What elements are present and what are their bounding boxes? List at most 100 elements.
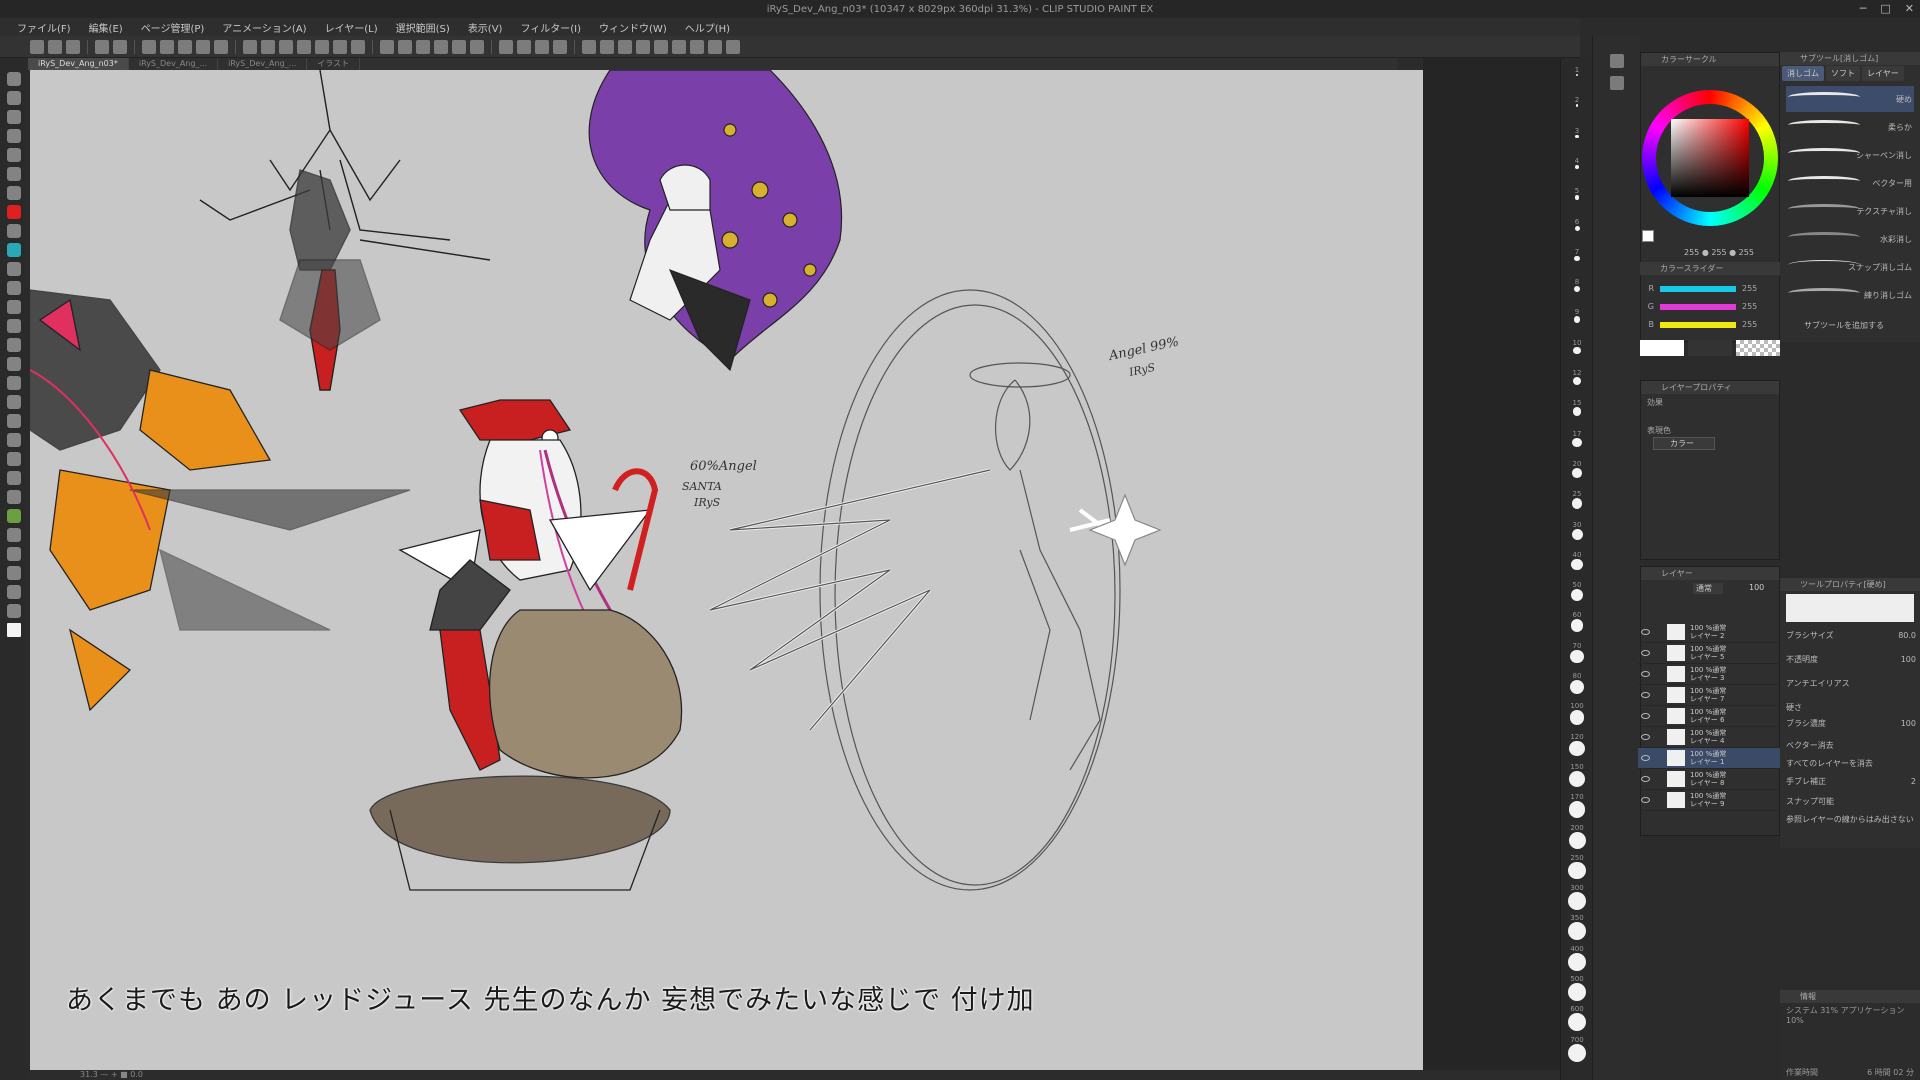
- brush-size-item[interactable]: 9: [1561, 308, 1593, 324]
- paste-icon[interactable]: [178, 39, 192, 54]
- eye-icon[interactable]: [1641, 650, 1650, 656]
- menu-selection[interactable]: 選択範囲(S): [387, 20, 459, 35]
- invert-selection-icon[interactable]: [297, 39, 311, 54]
- correct-line-tool-icon[interactable]: [7, 471, 21, 485]
- eye-icon[interactable]: [1641, 671, 1650, 677]
- text-tool-icon[interactable]: [7, 433, 21, 447]
- sub-tool-tab[interactable]: レイヤー: [1862, 66, 1904, 81]
- cut-icon[interactable]: [142, 39, 156, 54]
- menu-edit[interactable]: 編集(E): [80, 20, 132, 35]
- fit-icon[interactable]: [553, 39, 567, 54]
- layer-row[interactable]: 100 %通常 レイヤー 2: [1638, 622, 1780, 643]
- main-color-chip[interactable]: [1640, 340, 1684, 356]
- grid-icon[interactable]: [380, 39, 394, 54]
- layer-row[interactable]: 100 %通常 レイヤー 3: [1638, 664, 1780, 685]
- move-tool-icon[interactable]: [7, 129, 21, 143]
- brush-size-item[interactable]: 170: [1561, 793, 1593, 818]
- vector-icon[interactable]: [672, 39, 686, 54]
- airbrush-tool-icon[interactable]: [7, 262, 21, 276]
- reference-icon[interactable]: [618, 39, 632, 54]
- brush-size-item[interactable]: 40: [1561, 551, 1593, 571]
- eye-icon[interactable]: [1641, 629, 1650, 635]
- brush-size-item[interactable]: 500: [1561, 975, 1593, 1001]
- brush-size-item[interactable]: 150: [1561, 763, 1593, 787]
- sub-color-icon[interactable]: [7, 585, 21, 599]
- menu-layer[interactable]: レイヤー(L): [316, 20, 387, 35]
- menu-file[interactable]: ファイル(F): [8, 20, 80, 35]
- object-tool-icon[interactable]: [7, 490, 21, 504]
- eye-icon[interactable]: [1641, 776, 1650, 782]
- brush-preset[interactable]: テクスチャ消し: [1786, 198, 1914, 224]
- frame-icon[interactable]: [434, 39, 448, 54]
- hue-ring[interactable]: [1642, 90, 1778, 226]
- brush-size-item[interactable]: 60: [1561, 611, 1593, 633]
- slider-g[interactable]: [1660, 303, 1736, 310]
- layer-move-tool-icon[interactable]: [7, 509, 21, 523]
- color-icon[interactable]: [582, 39, 596, 54]
- brush-size-item[interactable]: 2: [1561, 96, 1593, 107]
- main-color-swatch[interactable]: [7, 623, 21, 637]
- brush-size-item[interactable]: 5: [1561, 187, 1593, 200]
- deselect-icon[interactable]: [279, 39, 293, 54]
- export-icon[interactable]: [690, 39, 704, 54]
- pattern-tool-icon[interactable]: [7, 528, 21, 542]
- lasso-tool-icon[interactable]: [7, 148, 21, 162]
- zoom-tool-icon[interactable]: [7, 72, 21, 86]
- liquify-tool-icon[interactable]: [7, 547, 21, 561]
- brush-size-item[interactable]: 6: [1561, 218, 1593, 231]
- brush-preset[interactable]: 硬め: [1786, 86, 1914, 112]
- brush-size-item[interactable]: 30: [1561, 521, 1593, 540]
- brush-size-item[interactable]: 7: [1561, 248, 1593, 262]
- transform-icon[interactable]: [243, 39, 257, 54]
- play-icon[interactable]: [636, 39, 650, 54]
- document-tab[interactable]: iRyS_Dev_Ang_n03*: [28, 58, 129, 70]
- snap-icon[interactable]: [416, 39, 430, 54]
- document-tab[interactable]: イラスト: [307, 58, 361, 70]
- brush-icon[interactable]: [351, 39, 365, 54]
- brush-size-item[interactable]: 50: [1561, 581, 1593, 602]
- figure-tool-icon[interactable]: [7, 376, 21, 390]
- brush-size-item[interactable]: 15: [1561, 399, 1593, 416]
- check-icon[interactable]: [654, 39, 668, 54]
- brush-size-item[interactable]: 12: [1561, 369, 1593, 385]
- redo-icon[interactable]: [113, 39, 127, 54]
- brush-preset[interactable]: 練り消しゴム: [1786, 282, 1914, 308]
- menu-help[interactable]: ヘルプ(H): [676, 20, 739, 35]
- balloon-tool-icon[interactable]: [7, 452, 21, 466]
- brush-size-item[interactable]: 8: [1561, 278, 1593, 293]
- save-icon[interactable]: [66, 39, 80, 54]
- crop-icon[interactable]: [470, 39, 484, 54]
- menu-filter[interactable]: フィルター(I): [511, 20, 590, 35]
- gradient-tool-icon[interactable]: [7, 357, 21, 371]
- undo-icon[interactable]: [95, 39, 109, 54]
- layer-row-selected[interactable]: 100 %通常 レイヤー 1: [1638, 748, 1780, 769]
- brush-size-item[interactable]: 1: [1561, 66, 1593, 76]
- fill-tool-icon[interactable]: [7, 338, 21, 352]
- erase-all-layers-row[interactable]: すべてのレイヤーを消去: [1786, 758, 1916, 769]
- eye-icon[interactable]: [1641, 734, 1650, 740]
- maximize-button[interactable]: □: [1880, 2, 1890, 15]
- brush-preset[interactable]: ベクター用: [1786, 170, 1914, 196]
- pen-icon[interactable]: [315, 39, 329, 54]
- add-sub-tool-button[interactable]: サブツールを追加する: [1804, 320, 1884, 331]
- eraser-tool-icon[interactable]: [7, 300, 21, 314]
- rotate-icon[interactable]: [517, 39, 531, 54]
- menu-view[interactable]: 表示(V): [459, 20, 512, 35]
- clear-icon[interactable]: [196, 39, 210, 54]
- brush-size-item[interactable]: 25: [1561, 490, 1593, 509]
- close-button[interactable]: ✕: [1905, 2, 1914, 15]
- new-file-icon[interactable]: [30, 39, 44, 54]
- layer-row[interactable]: 100 %通常 レイヤー 4: [1638, 727, 1780, 748]
- brush-size-item[interactable]: 600: [1561, 1005, 1593, 1032]
- pen-tool-icon[interactable]: [7, 205, 21, 219]
- layer-row[interactable]: 100 %通常 レイヤー 5: [1638, 643, 1780, 664]
- brush-preset[interactable]: スナップ消しゴム: [1786, 254, 1914, 280]
- menu-page[interactable]: ページ管理(P): [132, 20, 214, 35]
- brush-size-row[interactable]: ブラシサイズ 80.0: [1786, 630, 1916, 641]
- minimize-button[interactable]: ─: [1860, 2, 1867, 15]
- brush-density-row[interactable]: ブラシ濃度 100: [1786, 718, 1916, 729]
- eye-icon[interactable]: [1641, 713, 1650, 719]
- eye-icon[interactable]: [1641, 755, 1650, 761]
- brush-size-item[interactable]: 20: [1561, 460, 1593, 478]
- document-tab[interactable]: iRyS_Dev_Ang_...: [218, 58, 308, 70]
